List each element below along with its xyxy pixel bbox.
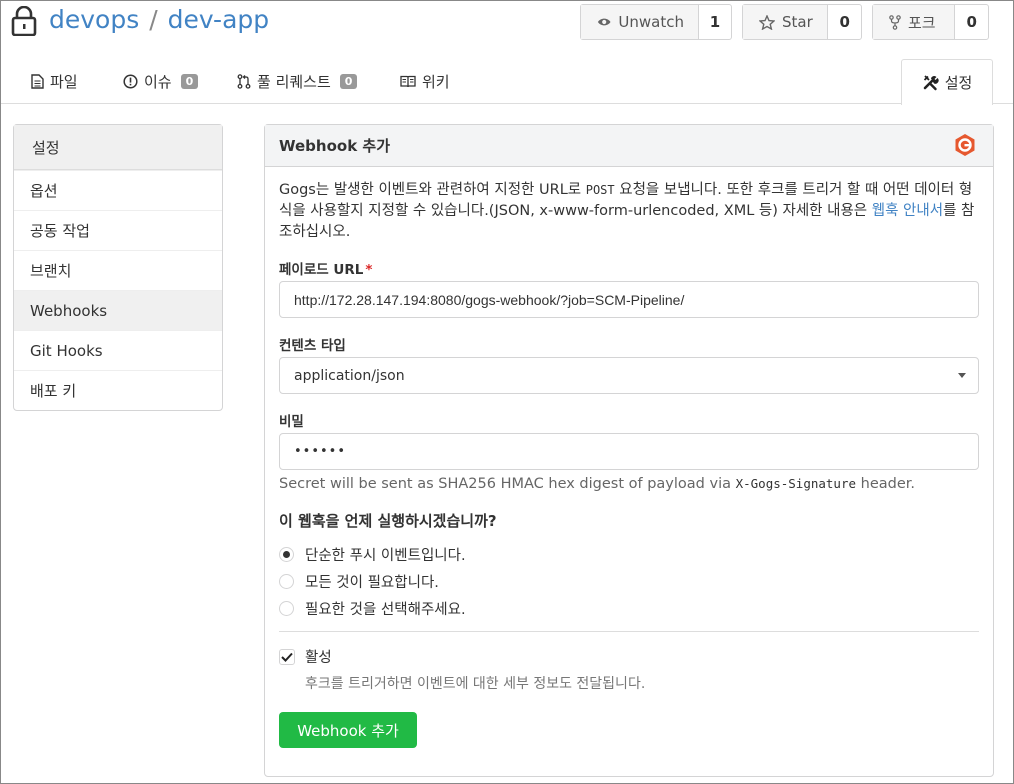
- tab-pulls[interactable]: 풀 리퀘스트 0: [237, 59, 358, 104]
- sidebar-item-webhooks[interactable]: Webhooks: [14, 290, 222, 330]
- sidebar-item-deploy-keys[interactable]: 배포 키: [14, 370, 222, 410]
- add-webhook-button[interactable]: Webhook 추가: [279, 712, 417, 748]
- radio-button[interactable]: [279, 601, 294, 616]
- active-checkbox-row[interactable]: 활성: [279, 646, 332, 667]
- unwatch-button[interactable]: Unwatch: [581, 5, 699, 39]
- repo-separator: /: [149, 5, 158, 34]
- watch-button-group: Unwatch 1: [580, 4, 732, 40]
- active-help-text: 후크를 트리거하면 이벤트에 대한 세부 정보도 전달됩니다.: [305, 676, 646, 692]
- checkmark-icon: [281, 652, 293, 662]
- required-mark: *: [365, 262, 373, 278]
- webhook-guide-link[interactable]: 웹훅 안내서: [872, 203, 943, 219]
- divider: [279, 631, 979, 632]
- panel-title: Webhook 추가: [279, 137, 391, 155]
- tab-settings[interactable]: 설정: [901, 59, 993, 105]
- tab-files[interactable]: 파일: [31, 59, 78, 104]
- panel-header: Webhook 추가: [265, 125, 993, 167]
- tab-wiki[interactable]: 위키: [400, 59, 450, 104]
- secret-help-suffix: header.: [856, 476, 915, 492]
- repo-title: devops / dev-app: [49, 5, 269, 34]
- trigger-option-push[interactable]: 단순한 푸시 이벤트입니다.: [279, 544, 466, 565]
- active-label: 활성: [305, 650, 332, 666]
- dropdown-caret-icon: [958, 373, 966, 378]
- watch-count[interactable]: 1: [699, 5, 731, 39]
- pulls-count-badge: 0: [339, 74, 358, 89]
- fork-button[interactable]: 포크: [873, 5, 956, 39]
- sidebar-item-branches[interactable]: 브랜치: [14, 250, 222, 290]
- trigger-option-push-label: 단순한 푸시 이벤트입니다.: [305, 548, 466, 564]
- star-label: Star: [782, 13, 813, 31]
- webhook-form-panel: Webhook 추가 Gogs는 발생한 이벤트와 관련하여 지정한 URL로 …: [264, 124, 994, 777]
- repo-header: devops / dev-app Unwatch 1 Star 0 포크 0 파…: [1, 1, 1013, 105]
- tab-issues[interactable]: 이슈 0: [123, 59, 199, 104]
- star-count[interactable]: 0: [828, 5, 861, 39]
- trigger-question: 이 웹훅을 언제 실행하시겠습니까?: [279, 512, 497, 530]
- sidebar-title: 설정: [14, 125, 222, 170]
- description-post-code: POST: [585, 183, 615, 197]
- fork-label: 포크: [908, 13, 936, 32]
- content-type-label: 컨텐츠 타입: [279, 338, 346, 354]
- issues-count-badge: 0: [180, 74, 199, 89]
- tab-wiki-label: 위키: [422, 73, 450, 91]
- file-icon: [31, 74, 44, 89]
- trigger-option-everything[interactable]: 모든 것이 필요합니다.: [279, 571, 439, 592]
- issue-icon: [123, 74, 138, 89]
- description-text-1: Gogs는 발생한 이벤트와 관련하여 지정한 URL로: [279, 182, 586, 198]
- secret-help-code: X-Gogs-Signature: [735, 476, 857, 491]
- sidebar-item-collaboration[interactable]: 공동 작업: [14, 210, 222, 250]
- webhook-description: Gogs는 발생한 이벤트와 관련하여 지정한 URL로 POST 요청을 보냅…: [279, 180, 979, 243]
- eye-icon: [597, 18, 611, 26]
- radio-button[interactable]: [279, 547, 294, 562]
- fork-button-group: 포크 0: [872, 4, 989, 40]
- fork-count[interactable]: 0: [955, 5, 988, 39]
- settings-sidebar: 설정 옵션 공동 작업 브랜치 Webhooks Git Hooks 배포 키: [13, 124, 223, 411]
- star-button-group: Star 0: [742, 4, 862, 40]
- pull-request-icon: [237, 74, 251, 89]
- tab-settings-label: 설정: [944, 74, 973, 92]
- repo-tabs: 파일 이슈 0 풀 리퀘스트 0 위키 설정: [1, 59, 1013, 105]
- content-type-select[interactable]: application/json: [279, 357, 979, 394]
- radio-button[interactable]: [279, 574, 294, 589]
- payload-url-input[interactable]: http://172.28.147.194:8080/gogs-webhook/…: [279, 281, 979, 318]
- repo-owner-link[interactable]: devops: [49, 5, 139, 34]
- fork-icon: [889, 14, 901, 30]
- secret-label: 비밀: [279, 414, 304, 430]
- book-icon: [400, 75, 416, 88]
- repo-name-link[interactable]: dev-app: [168, 5, 269, 34]
- tab-issues-label: 이슈: [144, 73, 172, 91]
- star-button[interactable]: Star: [743, 5, 829, 39]
- active-checkbox[interactable]: [279, 648, 295, 665]
- lock-icon: [11, 6, 37, 36]
- content-type-value: application/json: [294, 367, 405, 384]
- tab-pulls-label: 풀 리퀘스트: [257, 73, 331, 91]
- secret-input[interactable]: ••••••: [279, 433, 979, 470]
- payload-url-label: 페이로드 URL *: [279, 258, 372, 278]
- trigger-option-choose[interactable]: 필요한 것을 선택해주세요.: [279, 598, 466, 619]
- trigger-option-everything-label: 모든 것이 필요합니다.: [305, 575, 439, 591]
- tab-files-label: 파일: [50, 73, 78, 91]
- gogs-logo-icon: [955, 134, 975, 156]
- secret-help-text: Secret will be sent as SHA256 HMAC hex d…: [279, 476, 915, 492]
- star-icon: [759, 14, 775, 30]
- secret-help-prefix: Secret will be sent as SHA256 HMAC hex d…: [279, 476, 736, 492]
- unwatch-label: Unwatch: [618, 13, 684, 31]
- tools-icon: [923, 75, 939, 91]
- trigger-option-choose-label: 필요한 것을 선택해주세요.: [305, 602, 466, 618]
- sidebar-item-git-hooks[interactable]: Git Hooks: [14, 330, 222, 370]
- payload-url-label-text: 페이로드 URL: [279, 262, 364, 278]
- sidebar-item-options[interactable]: 옵션: [14, 170, 222, 210]
